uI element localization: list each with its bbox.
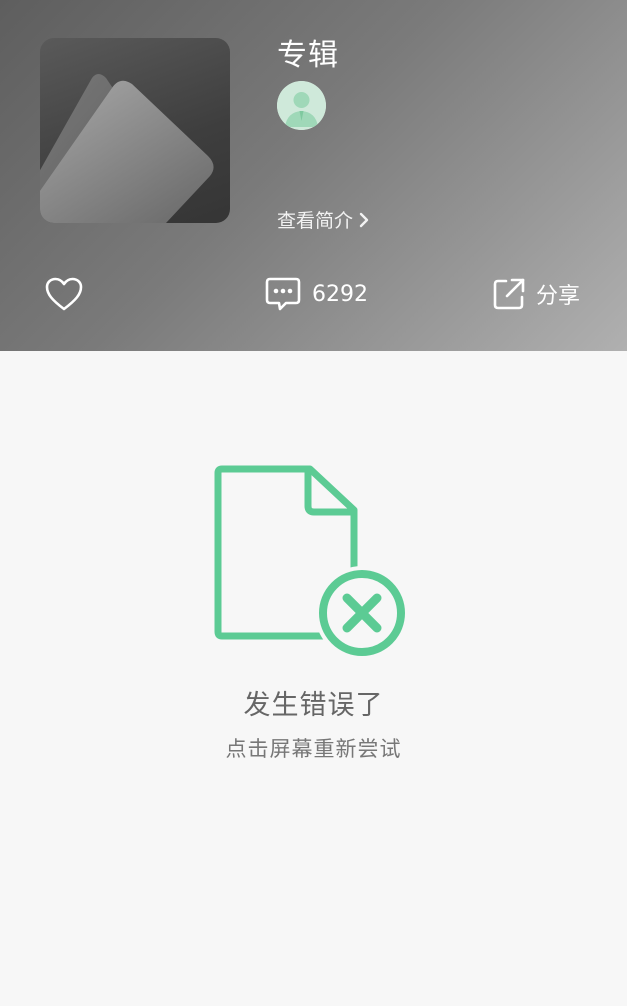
- document-error-icon: [212, 462, 412, 666]
- comment-icon: [265, 277, 301, 311]
- comment-count: 6292: [312, 281, 368, 307]
- like-button[interactable]: [44, 273, 84, 315]
- album-title: 专辑: [277, 38, 339, 73]
- chevron-right-icon: [359, 212, 369, 227]
- error-hint: 点击屏幕重新尝试: [225, 737, 402, 761]
- album-header: 专辑 查看简介 6292 分享: [0, 0, 627, 351]
- heart-icon: [45, 277, 83, 311]
- comment-button[interactable]: 6292: [264, 273, 368, 315]
- album-cover[interactable]: [40, 38, 230, 223]
- share-icon: [493, 278, 525, 310]
- user-icon: [277, 81, 326, 130]
- error-retry-area[interactable]: [0, 351, 627, 1006]
- share-label: 分享: [536, 284, 581, 309]
- error-title: 发生错误了: [243, 690, 384, 721]
- image-placeholder-icon: [40, 74, 214, 223]
- avatar[interactable]: [277, 81, 326, 130]
- view-intro-label: 查看简介: [277, 210, 354, 232]
- album-page: 专辑 查看简介 6292 分享 发生错误了 点击屏幕重新尝试: [0, 0, 627, 1006]
- share-button[interactable]: 分享: [492, 273, 580, 315]
- view-intro-link[interactable]: 查看简介: [277, 206, 371, 233]
